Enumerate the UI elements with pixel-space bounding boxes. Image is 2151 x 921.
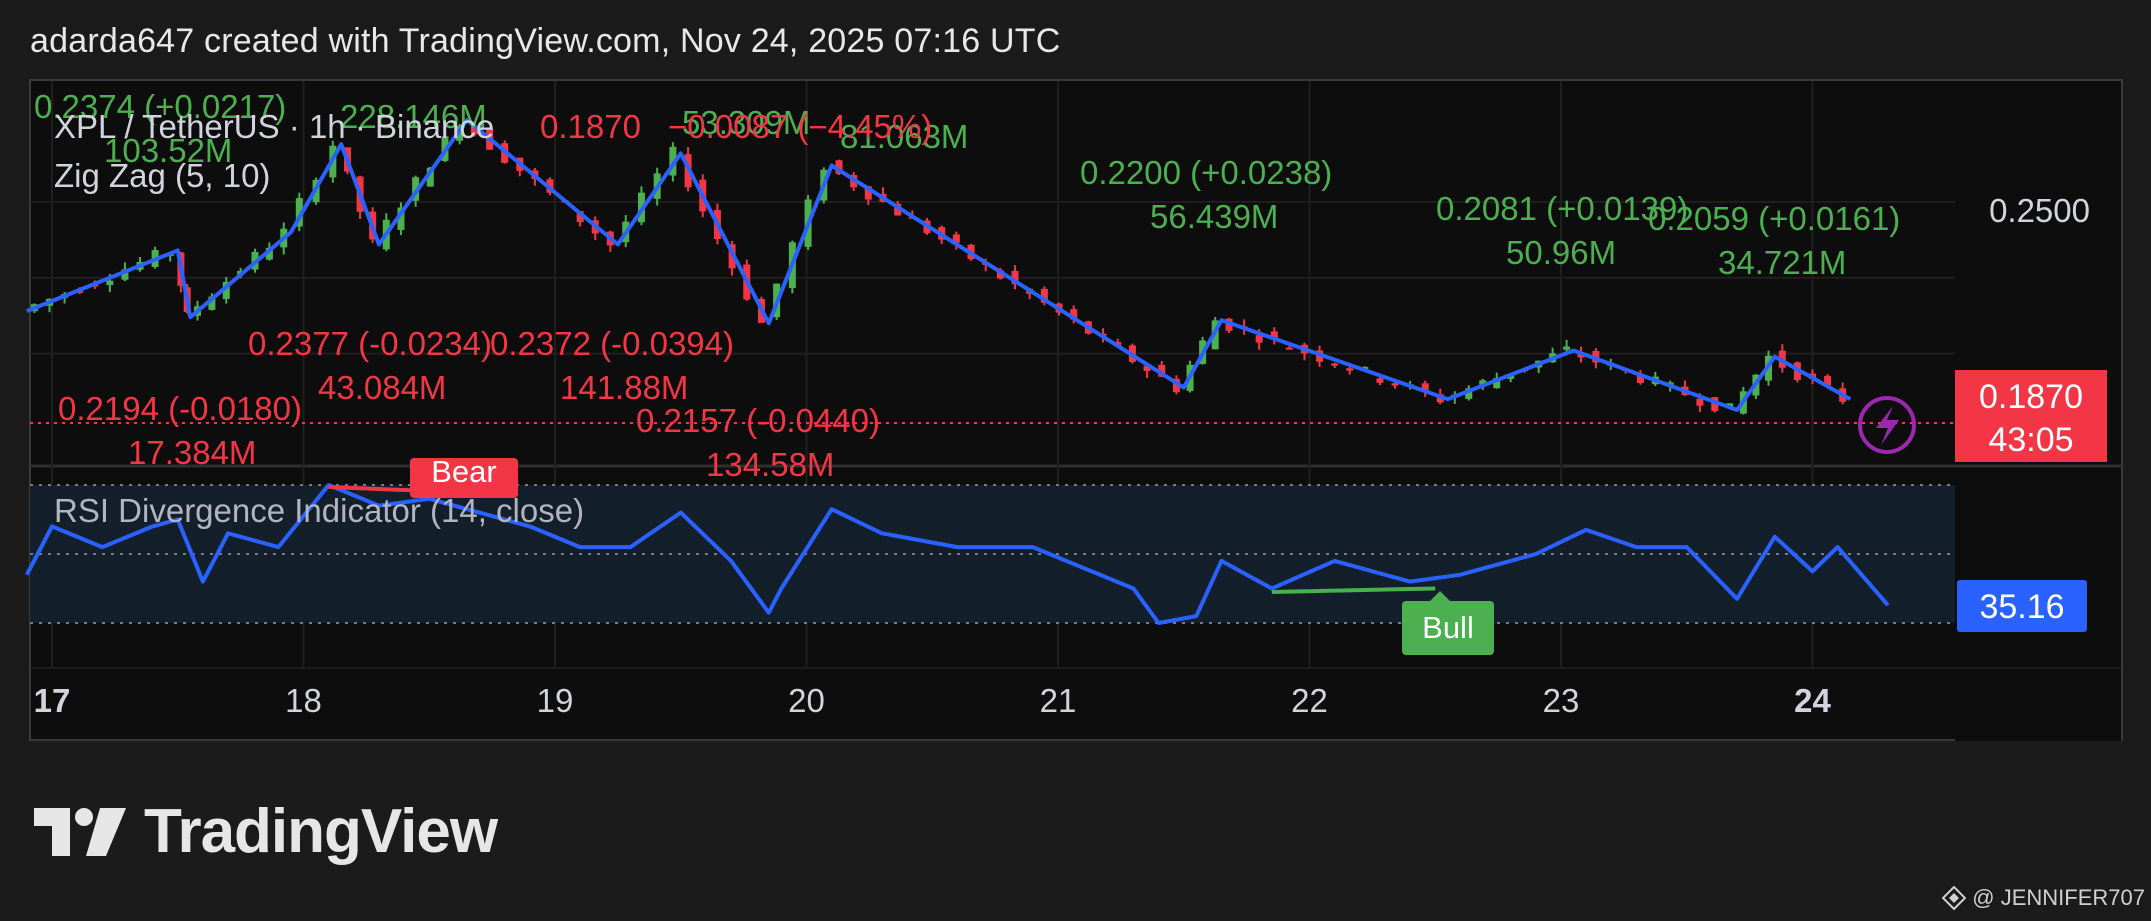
zigzag-label-price: 0.2377 (-0.0234) <box>248 325 492 362</box>
chart-frame <box>29 79 2123 741</box>
zigzag-label-volume: 56.439M <box>1150 198 1278 235</box>
chart[interactable]: 0.2374 (+0.0217)103.52M228.146M 53.309M 81… <box>0 0 2151 921</box>
candle-body <box>1331 363 1339 366</box>
zigzag-label-volume: 43.084M <box>318 369 446 406</box>
rsi-value-badge: 35.16 <box>1957 580 2087 632</box>
zigzag-label-volume: 34.721M <box>1718 244 1846 281</box>
symbol-title[interactable]: XPL / TetherUS · 1h · Binance <box>54 108 494 145</box>
zigzag-label-volume: 17.384M <box>128 434 256 471</box>
svg-text:Bull: Bull <box>1422 610 1474 645</box>
zigzag-label-volume: 50.96M <box>1506 234 1616 271</box>
last-price-value: 0.1870 <box>540 108 641 145</box>
candle-body <box>1346 368 1354 371</box>
zigzag-label-volume: 141.88M <box>560 369 688 406</box>
watermark-text: @ JENNIFER707 <box>1972 885 2145 910</box>
zigzag-indicator-title[interactable]: Zig Zag (5, 10) <box>54 157 270 194</box>
time-axis-tick-label: 19 <box>537 682 574 719</box>
candle-body <box>106 280 114 286</box>
tradingview-logo[interactable]: TradingView <box>34 796 498 867</box>
brand-name: TradingView <box>144 797 498 866</box>
candle-body <box>1563 346 1571 350</box>
watermark: @ JENNIFER707 <box>1942 885 2145 911</box>
candle-body <box>1696 398 1704 406</box>
time-axis-tick-label: 23 <box>1543 682 1580 719</box>
time-axis-tick-label: 24 <box>1794 682 1831 719</box>
candle-body <box>1285 347 1293 350</box>
zigzag-label-price: 0.2157 (-0.0440) <box>636 402 880 439</box>
zigzag-label-price: 0.2200 (+0.0238) <box>1080 154 1332 191</box>
svg-text:Bear: Bear <box>431 454 496 489</box>
zigzag-label-price: 0.2194 (-0.0180) <box>58 390 302 427</box>
time-axis-tick-label: 17 <box>34 682 71 719</box>
tradingview-logo-icon <box>34 807 126 856</box>
diamond-icon <box>1942 886 1967 910</box>
rsi-indicator-title[interactable]: RSI Divergence Indicator (14, close) <box>54 492 584 529</box>
time-axis-tick-label: 18 <box>285 682 322 719</box>
price-change-value: −0.0087 (−4.45%) <box>668 108 932 145</box>
zigzag-label-price: 0.2059 (+0.0161) <box>1648 200 1900 237</box>
current-price-badge: 0.1870 43:05 <box>1955 370 2107 462</box>
zigzag-label-price: 0.2372 (-0.0394) <box>490 325 734 362</box>
time-axis-tick-label: 21 <box>1040 682 1077 719</box>
time-axis-tick-label: 22 <box>1291 682 1328 719</box>
candle-body <box>1376 378 1384 383</box>
price-tick-label: 0.2500 <box>1989 192 2090 229</box>
time-axis-tick-label: 20 <box>788 682 825 719</box>
svg-text:35.16: 35.16 <box>1979 588 2064 626</box>
svg-text:0.1870: 0.1870 <box>1979 378 2083 416</box>
zigzag-label-volume: 134.58M <box>706 446 834 483</box>
svg-text:43:05: 43:05 <box>1988 421 2073 459</box>
